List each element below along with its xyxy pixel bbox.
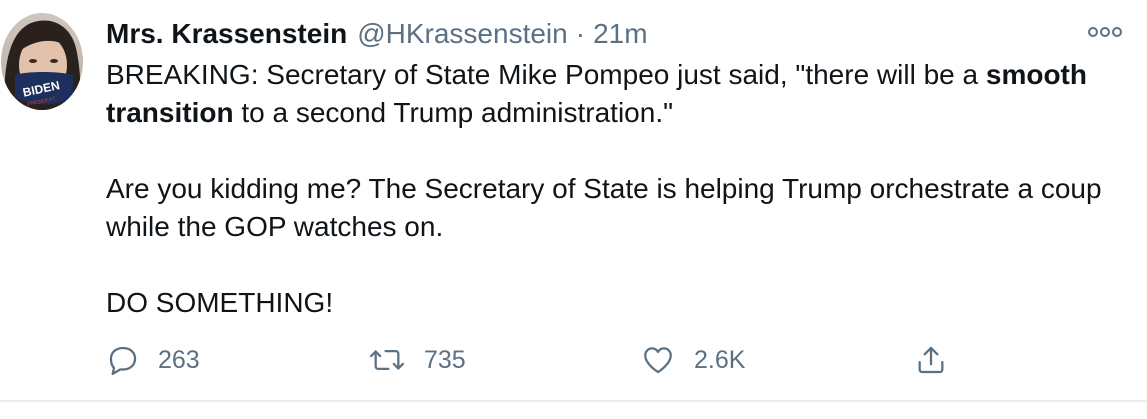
reply-button[interactable]: 263 [106, 340, 200, 380]
separator-dot: · [575, 18, 586, 49]
divider [0, 400, 1147, 402]
tweet-text-suffix: to a second Trump administration." [233, 97, 674, 128]
tweet-text: BREAKING: Secretary of State Mike Pompeo… [106, 56, 1116, 322]
tweet-actions: 263 735 2.6K [0, 340, 1147, 380]
tweet-paragraph-3: DO SOMETHING! [106, 287, 334, 318]
more-options-icon [1088, 27, 1122, 37]
display-name[interactable]: Mrs. Krassenstein [106, 14, 347, 54]
share-icon [918, 346, 944, 374]
tweet[interactable]: BIDEN PRESIDENT Mrs. Krassenstein @HKras… [0, 0, 1147, 419]
timestamp[interactable]: 21m [593, 14, 647, 54]
tweet-paragraph-2: Are you kidding me? The Secretary of Sta… [106, 173, 1102, 242]
share-button[interactable] [914, 340, 948, 380]
retweet-icon [370, 349, 404, 371]
avatar[interactable]: BIDEN PRESIDENT [1, 13, 83, 110]
tweet-header: Mrs. Krassenstein @HKrassenstein · 21m [106, 14, 648, 54]
like-button[interactable]: 2.6K [640, 340, 745, 380]
user-handle[interactable]: @HKrassenstein [357, 14, 568, 54]
retweet-button[interactable]: 735 [368, 340, 466, 380]
tweet-paragraph-1: BREAKING: Secretary of State Mike Pompeo… [106, 56, 1116, 132]
reply-icon [109, 346, 137, 376]
reply-count: 263 [158, 345, 200, 374]
heart-icon [644, 347, 672, 374]
avatar-image: BIDEN PRESIDENT [1, 13, 83, 110]
more-options-button[interactable] [1085, 20, 1125, 44]
tweet-text-prefix: BREAKING: Secretary of State Mike Pompeo… [106, 59, 986, 90]
retweet-count: 735 [424, 345, 466, 374]
like-count: 2.6K [694, 345, 746, 374]
